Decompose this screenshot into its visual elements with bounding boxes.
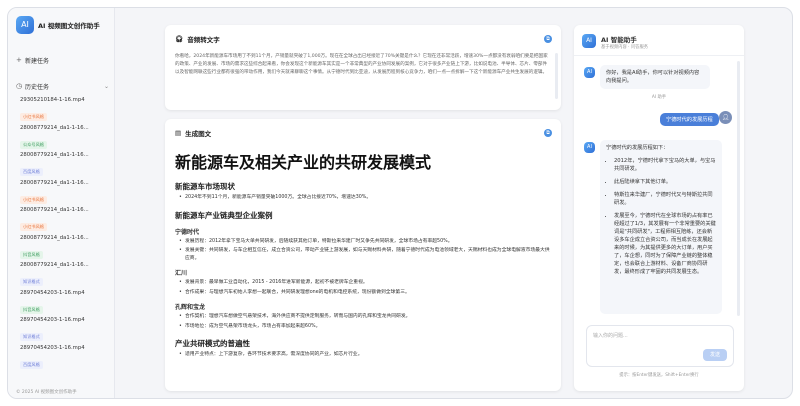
- history-item-tag: 抖音风格: [20, 305, 43, 314]
- list-item: 2024年不到11个月，新能源车产销量突破1000万。全球占比接近70%，增速达…: [179, 194, 551, 202]
- subsection-heading: 宁德时代: [175, 228, 200, 236]
- assistant-greeting: 你好，我是AI助手，你可以针对视频内容向我提问。: [600, 65, 710, 89]
- send-button[interactable]: 发送: [703, 349, 727, 361]
- chat-input[interactable]: 输入你的问题... 发送: [586, 325, 734, 367]
- list-item: 发展历程：2012年拿下宝马大单共同研发，后随续获其他订单，特斯拉来华建厂时又争…: [179, 238, 551, 246]
- history-item[interactable]: 28970454203-1-16.mp4 知识格式: [20, 317, 110, 342]
- list-item: 合作成果：与理想汽车初始人李想一起联合，共同研发理想one的电机和电控系统，现份…: [179, 289, 551, 297]
- sidebar: AI AI 视频图文创作助手 + 新建任务 ◷ 历史任务 ⌄ 293052101…: [8, 8, 115, 398]
- list-item: 发展关键：共同研发，与车企相互信任，成立合资公司，带动产业链上游发展，如与天赐材…: [179, 247, 551, 262]
- history-item-tag: 小红书风格: [20, 113, 47, 121]
- input-hint: 提示：按Enter键发送，Shift+Enter换行: [619, 373, 699, 378]
- user-avatar-icon: 👤︎: [719, 111, 732, 124]
- list-item: 发展背景：最早做工业自动化，2015 - 2016年进军新能源，起初不被老牌车企…: [179, 279, 551, 287]
- answer-point: 此后陆续拿下其他订单。: [614, 178, 716, 186]
- chat-scrollbar[interactable]: [737, 61, 740, 316]
- answer-point: 2012年，宁德时代拿下宝马的大单，与宝马共同研发。: [614, 157, 716, 173]
- article-card: ▤ 生成图文 ⧉ 新能源车及相关产业的共研发展模式 新能源车市场现状 2024年…: [165, 119, 561, 391]
- subsection-heading: 汇川: [175, 270, 188, 277]
- history-item-name: 28008779214_da1-1-16...: [20, 234, 89, 241]
- history-item[interactable]: 28008779214_da1-1-16... 百度风格: [20, 152, 110, 177]
- history-item[interactable]: 28008779214_da1-1-16... 知识格式: [20, 262, 110, 287]
- history-item-tag: 小红书风格: [20, 195, 47, 204]
- user-message: 宁德时代的发展历程: [660, 113, 719, 126]
- history-item[interactable]: 28008779214_da1-1-16... 小红书风格: [20, 207, 110, 232]
- app-title: AI 视频图文创作助手: [38, 22, 100, 30]
- new-task-label: 新建任务: [25, 57, 50, 65]
- plus-icon: +: [16, 56, 22, 64]
- history-item-tag: 公众号风格: [20, 140, 47, 149]
- chevron-down-icon: ⌄: [104, 82, 110, 90]
- history-item[interactable]: 28970454203-1-16.mp4 抖音风格: [20, 290, 110, 315]
- new-task-button[interactable]: + 新建任务: [16, 53, 49, 67]
- history-item-name: 28008779214_da1-1-16...: [20, 152, 89, 158]
- article-heading: 新能源车及相关产业的共研发展模式: [175, 153, 432, 172]
- history-item-name: 28008779214_da1-1-16...: [20, 262, 89, 268]
- subsection-heading: 孔辉和宝龙: [175, 304, 206, 311]
- history-item-name: 29305210184-1-16.mp4: [20, 97, 85, 103]
- history-icon: ◷: [16, 82, 23, 90]
- assistant-avatar-icon: AI: [582, 34, 596, 48]
- history-item-name: 28008779214_da1-1-16...: [20, 124, 89, 131]
- history-item-tag: 百度风格: [20, 360, 43, 369]
- history-item-name: 28008779214_da1-1-16...: [20, 179, 89, 186]
- history-item[interactable]: 28008779214_da1-1-16... 小红书风格: [20, 180, 110, 205]
- answer-intro: 宁德时代的发展历程如下：: [606, 145, 669, 151]
- history-item-tag: 知识格式: [20, 278, 43, 286]
- footer-copyright: © 2025 AI 视频图文创作助手: [16, 390, 77, 395]
- divider: [574, 55, 744, 56]
- assistant-answer: 宁德时代的发展历程如下： 2012年，宁德时代拿下宝马的大单，与宝马共同研发。 …: [600, 140, 722, 314]
- copy-icon[interactable]: ⧉: [544, 129, 552, 137]
- transcript-text: 你看哈，2024年新能源车市场用了不到11个月，产销量就突破了1,000万。现在…: [175, 54, 548, 75]
- history-item[interactable]: 28970454203-1-16.mp4 百度风格: [20, 345, 110, 370]
- history-item-name: 28970454203-1-16.mp4: [20, 344, 85, 351]
- answer-point: 发展至今，宁德时代在全球市场的占有率已经超过了1/3，其发展有一个非常重要的关键…: [614, 212, 716, 276]
- transcript-header: 🎧︎ 音频转文字: [175, 34, 220, 44]
- copy-icon[interactable]: ⧉: [544, 35, 552, 43]
- answer-list: 2012年，宁德时代拿下宝马的大单，与宝马共同研发。 此后陆续拿下其他订单。 特…: [606, 157, 716, 276]
- section-heading: 新能源车产业链典型企业案例: [175, 210, 273, 220]
- article-section-title: 生成图文: [185, 130, 212, 138]
- history-item-name: 28008779214_da1-1-16...: [20, 207, 89, 213]
- list-item: 适用产业特点：上下游复杂，各环节技术要求高，需深度协同的产业，如芯片行业。: [179, 351, 551, 359]
- answer-point: 特斯拉来华建厂，宁德时代又与特斯拉共同研发。: [614, 191, 716, 207]
- chat-subtitle: 基于视频内容 · 问答服务: [601, 45, 649, 50]
- assistant-avatar-icon: AI: [584, 67, 595, 78]
- article-content: 新能源车及相关产业的共研发展模式 新能源车市场现状 2024年不到11个月，新能…: [175, 147, 551, 389]
- assistant-avatar-icon: AI: [584, 142, 595, 153]
- transcript-scrollbar[interactable]: [555, 53, 558, 99]
- history-item-tag: 百度风格: [20, 168, 43, 176]
- history-item[interactable]: 28008779214_da1-1-16... 抖音风格: [20, 235, 110, 260]
- list-item: 合作契机：理想汽车想做空气悬架技术，海外供应商不提供定制服务，转而与国内的孔辉和…: [179, 313, 551, 321]
- app-window: AI AI 视频图文创作助手 + 新建任务 ◷ 历史任务 ⌄ 293052101…: [7, 7, 793, 399]
- headphones-icon: 🎧︎: [175, 35, 184, 43]
- history-item-tag: 小红书风格: [20, 223, 47, 231]
- history-label: 历史任务: [25, 83, 50, 91]
- transcript-title: 音频转文字: [187, 36, 220, 44]
- article-header: ▤ 生成图文: [175, 128, 211, 138]
- history-toggle[interactable]: ◷ 历史任务 ⌄: [16, 79, 109, 93]
- chat-title: AI 智能助手: [601, 36, 637, 44]
- transcript-card: 🎧︎ 音频转文字 ⧉ 你看哈，2024年新能源车市场用了不到11个月，产销量就突…: [165, 25, 561, 110]
- section-heading: 新能源车市场现状: [175, 182, 235, 191]
- app-logo-icon: AI: [16, 16, 34, 34]
- history-item-tag: 抖音风格: [20, 250, 43, 259]
- history-item-tag: 知识格式: [20, 333, 43, 341]
- chat-panel: AI AI 智能助手 基于视频内容 · 问答服务 AI 你好，我是AI助手，你可…: [574, 25, 744, 391]
- history-item[interactable]: 28008779214_da1-1-16... 公众号风格: [20, 125, 110, 150]
- assistant-label: AI 助手: [651, 95, 667, 100]
- chat-input-placeholder: 输入你的问题...: [593, 333, 628, 339]
- list-item: 市场地位：成为空气悬架市场龙头，市场占有率加起来超60%。: [179, 323, 551, 331]
- history-item[interactable]: 29305210184-1-16.mp4 小红书风格: [20, 97, 110, 122]
- history-item-name: 28970454203-1-16.mp4: [20, 317, 85, 323]
- document-icon: ▤: [175, 129, 182, 137]
- history-item-name: 28970454203-1-16.mp4: [20, 289, 85, 296]
- section-heading: 产业共研模式的普遍性: [175, 339, 250, 348]
